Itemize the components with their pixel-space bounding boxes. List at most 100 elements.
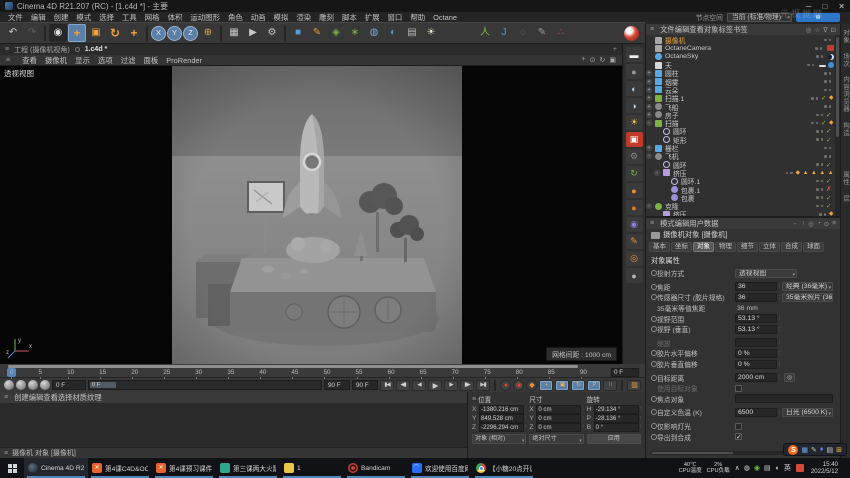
- start-frame-field[interactable]: 0 F: [52, 380, 86, 390]
- material-menu-item[interactable]: 纹理: [87, 393, 102, 402]
- viewport-menu-icon[interactable]: ≡: [6, 57, 10, 64]
- expand-icon[interactable]: +: [646, 87, 652, 93]
- panel-menu-icon[interactable]: ≡: [650, 26, 654, 33]
- stepper-icon[interactable]: ∶: [640, 424, 641, 430]
- visibility-dots-icon[interactable]: [813, 196, 826, 199]
- add-cube-icon[interactable]: ■: [289, 24, 307, 42]
- panel-menu-icon[interactable]: ≡: [4, 394, 8, 401]
- stepper-icon[interactable]: [777, 315, 782, 322]
- menu-item[interactable]: 模式: [72, 13, 95, 22]
- sogou-keyboard-icon[interactable]: ▦: [801, 446, 808, 454]
- visibility-dots-icon[interactable]: [821, 80, 834, 83]
- stepper-icon[interactable]: ∶: [582, 415, 583, 421]
- viewport-burger-icon[interactable]: ≡: [5, 46, 9, 53]
- visibility-dots-icon[interactable]: [783, 172, 796, 175]
- object-tag-icon[interactable]: [819, 65, 826, 67]
- stepper-icon[interactable]: [777, 374, 782, 381]
- attribute-select[interactable]: 透视视图: [735, 269, 797, 278]
- picker-icon[interactable]: ◎: [784, 373, 795, 382]
- octane-token-icon[interactable]: ◎: [626, 251, 643, 266]
- render-view-icon[interactable]: ▦: [225, 24, 243, 42]
- filter-icon[interactable]: ∇: [823, 26, 827, 34]
- expand-icon[interactable]: -: [646, 120, 652, 126]
- material-list-area[interactable]: [0, 403, 467, 447]
- sogou-pen-icon[interactable]: ✎: [811, 446, 817, 454]
- enabled-check-icon[interactable]: ✓: [821, 94, 829, 102]
- next-key-button[interactable]: ▮▶: [460, 380, 474, 391]
- volume-icon[interactable]: ◍: [365, 24, 383, 42]
- taskbar-app[interactable]: Cinema 4D R21.2...: [24, 458, 88, 478]
- attribute-select[interactable]: 经典 (36毫米): [782, 282, 833, 291]
- paint-icon[interactable]: ✎: [533, 24, 551, 42]
- tag-warning-icons[interactable]: ◆ ▲ ▲ ▲ ▲: [796, 170, 834, 176]
- solo-button[interactable]: ▥: [627, 380, 641, 391]
- add-spline-icon[interactable]: ✎: [308, 24, 326, 42]
- back-icon[interactable]: ←: [792, 220, 799, 228]
- menu-item[interactable]: 帮助: [406, 13, 429, 22]
- character-icon[interactable]: 人: [476, 24, 494, 42]
- mograph-icon[interactable]: ◈: [327, 24, 345, 42]
- object-name[interactable]: 挤压: [672, 209, 816, 216]
- attribute-menu-item[interactable]: 模式: [660, 219, 675, 228]
- dock-tab[interactable]: 构造: [841, 122, 850, 137]
- material-menu-item[interactable]: 选择: [58, 393, 73, 402]
- attribute-input[interactable]: 0 %: [735, 349, 777, 358]
- object-row[interactable]: OctaneCamera: [646, 44, 834, 52]
- menu-item[interactable]: 选择: [95, 13, 118, 22]
- rotate-view-icon[interactable]: ↻: [600, 56, 606, 64]
- dock-tab[interactable]: 属性: [841, 171, 850, 186]
- next-frame-button[interactable]: ▶: [444, 380, 458, 391]
- bookmark-icon[interactable]: ☆: [814, 26, 820, 34]
- coord-system-icon[interactable]: ⊕: [199, 24, 217, 42]
- visibility-dots-icon[interactable]: [821, 39, 834, 42]
- key-auto-icon[interactable]: [40, 380, 50, 390]
- attribute-menu-item[interactable]: 编辑: [675, 219, 690, 228]
- record-position-toggle[interactable]: +: [539, 380, 553, 391]
- attribute-input[interactable]: 36: [735, 282, 777, 291]
- dock-tab[interactable]: 场次: [841, 53, 850, 68]
- object-manager-menu-item[interactable]: 编辑: [675, 25, 690, 34]
- visibility-dots-icon[interactable]: [813, 205, 826, 208]
- coordinate-input[interactable]: 0 °: [594, 423, 639, 432]
- object-name[interactable]: 摄像机: [664, 35, 821, 45]
- enabled-check-icon[interactable]: ✓: [826, 177, 834, 185]
- deformer-icon[interactable]: ◐: [384, 24, 402, 42]
- object-manager-menu-item[interactable]: 书签: [733, 25, 748, 34]
- tray-sogou-icon[interactable]: ◉: [754, 464, 760, 472]
- rotate-tool-icon[interactable]: ↻: [106, 24, 124, 42]
- redo-icon[interactable]: ↷: [23, 24, 41, 42]
- lock-z-icon[interactable]: Z: [183, 26, 198, 41]
- coords-menu-icon[interactable]: ≡: [472, 396, 476, 403]
- sogou-logo-icon[interactable]: S: [788, 445, 798, 455]
- stepper-icon[interactable]: ∶: [582, 424, 583, 430]
- visibility-dots-icon[interactable]: [821, 72, 834, 75]
- expand-icon[interactable]: +: [646, 145, 652, 151]
- close-button[interactable]: ✕: [838, 2, 845, 11]
- visibility-dots-icon[interactable]: [821, 147, 834, 150]
- coordinate-input[interactable]: 849.528 cm: [479, 414, 524, 423]
- visibility-dots-icon[interactable]: [804, 64, 817, 67]
- object-row[interactable]: 挤压 ◆: [646, 210, 834, 216]
- start-button[interactable]: [0, 458, 24, 478]
- enabled-check-icon[interactable]: ✓: [826, 194, 834, 202]
- tray-mic-icon[interactable]: ◍: [744, 464, 750, 472]
- viewport-menu-item[interactable]: 查看: [18, 56, 41, 65]
- stepper-icon[interactable]: ∶: [582, 406, 583, 412]
- expand-icon[interactable]: +: [646, 79, 652, 85]
- taskbar-app[interactable]: 第4课C4D&OC实...: [88, 458, 152, 478]
- lock-x-icon[interactable]: X: [151, 26, 166, 41]
- octane-daynight2-icon[interactable]: ◑: [626, 98, 643, 113]
- coordinate-input[interactable]: 0 cm: [536, 405, 581, 414]
- menu-item[interactable]: 扩展: [361, 13, 384, 22]
- menu-item[interactable]: 渲染: [292, 13, 315, 22]
- expand-icon[interactable]: +: [646, 112, 652, 118]
- coordinate-input[interactable]: 0 cm: [536, 414, 581, 423]
- lock-icon[interactable]: ⊡: [831, 26, 836, 34]
- visibility-dots-icon[interactable]: [812, 47, 825, 50]
- render-scene[interactable]: [172, 66, 462, 364]
- visibility-dots-icon[interactable]: [808, 122, 821, 125]
- attribute-link-field[interactable]: [735, 394, 833, 403]
- attribute-menu-item[interactable]: 用户数据: [689, 219, 718, 228]
- attribute-tab[interactable]: 基本: [649, 242, 670, 252]
- goto-start-button[interactable]: ▮◀: [380, 380, 394, 391]
